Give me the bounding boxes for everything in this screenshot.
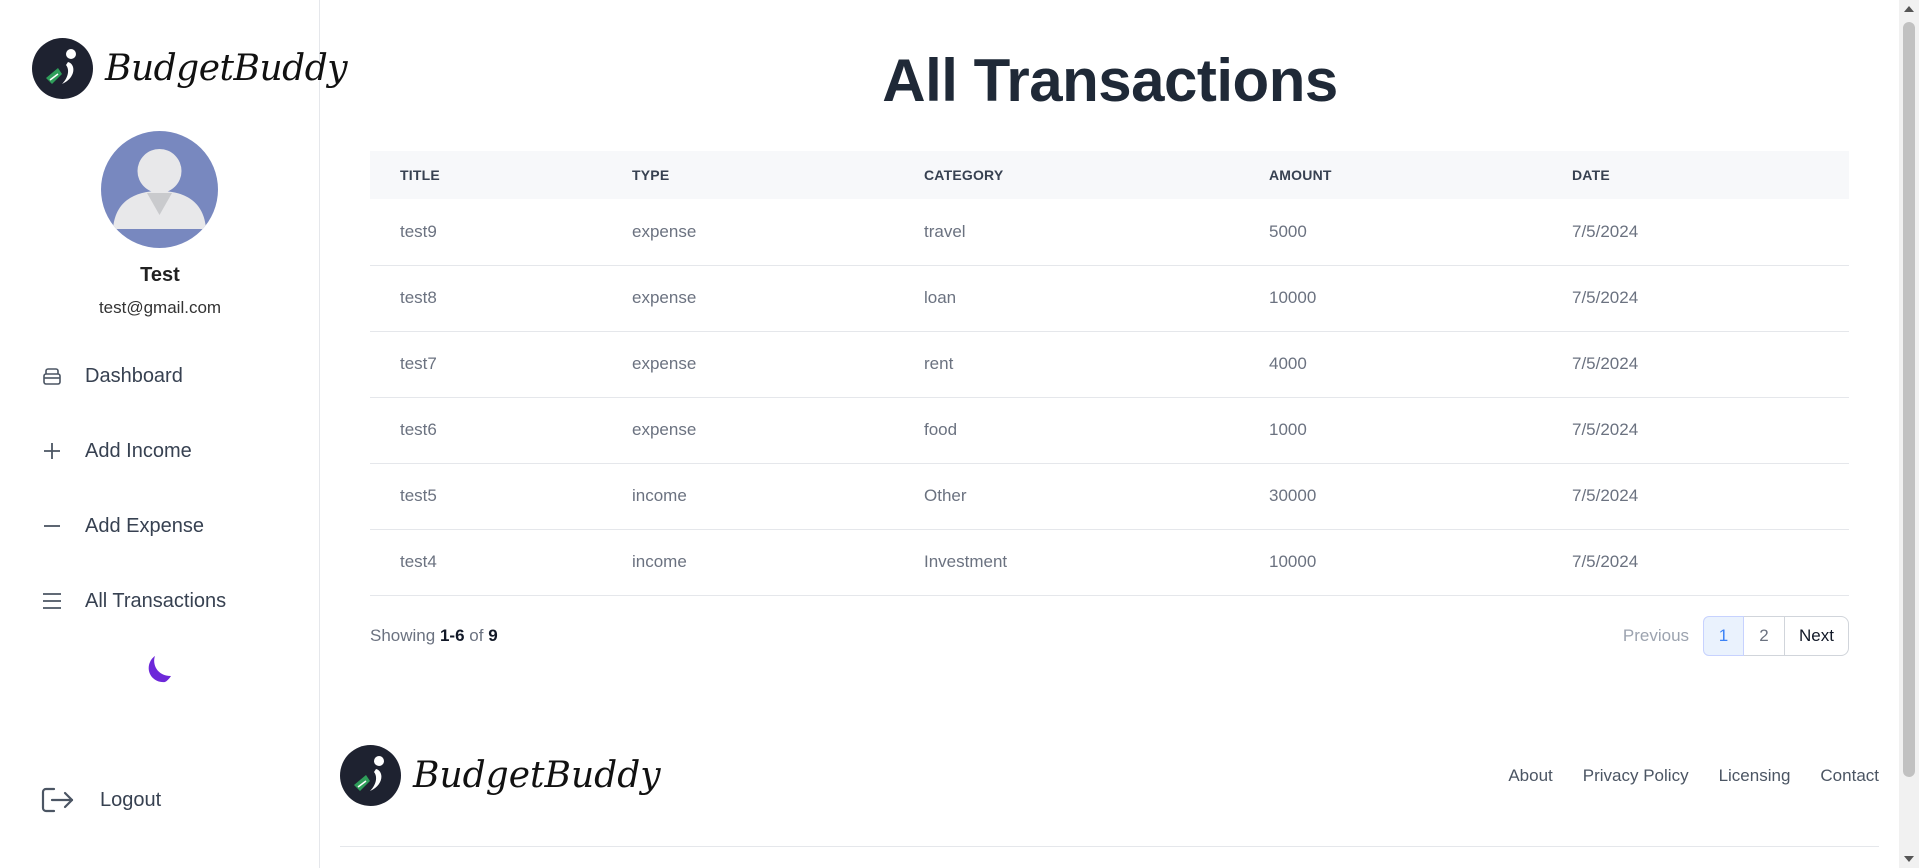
cell-type: income: [632, 486, 687, 505]
table-row[interactable]: test7 expense rent 4000 7/5/2024: [370, 331, 1849, 397]
cell-date: 7/5/2024: [1572, 486, 1639, 505]
showing-prefix: Showing: [370, 626, 436, 645]
cell-category: Investment: [924, 552, 1008, 571]
scroll-down-icon[interactable]: [1904, 856, 1914, 862]
plus-icon: [40, 439, 64, 463]
brand-logo[interactable]: BudgetBuddy: [32, 38, 348, 99]
table-row[interactable]: test5 income Other 30000 7/5/2024: [370, 463, 1849, 529]
footer-link-contact[interactable]: Contact: [1820, 766, 1879, 786]
page-title: All Transactions: [882, 47, 1338, 114]
pagination: Previous 1 2 Next: [1623, 616, 1849, 656]
table-row[interactable]: test9 expense travel 5000 7/5/2024: [370, 199, 1849, 265]
cell-type: expense: [632, 354, 697, 373]
footer-links: About Privacy Policy Licensing Contact: [1478, 766, 1879, 786]
minus-icon: [40, 514, 64, 538]
vertical-scrollbar[interactable]: [1899, 0, 1919, 868]
transactions-table: TITLE TYPE CATEGORY AMOUNT DATE test9 ex…: [370, 151, 1849, 596]
logo-icon: [340, 745, 401, 806]
cell-category: Other: [924, 486, 967, 505]
sidebar-item-add-income[interactable]: Add Income: [40, 431, 192, 471]
user-email: test@gmail.com: [98, 298, 222, 317]
showing-total: 9: [488, 626, 498, 645]
column-header-title: TITLE: [400, 167, 440, 183]
cell-date: 7/5/2024: [1572, 354, 1639, 373]
cell-title: test4: [400, 552, 437, 571]
footer-brand-name: BudgetBuddy: [413, 755, 661, 796]
user-name: Test: [140, 264, 180, 286]
logout-icon: [40, 785, 76, 815]
sidebar-item-label: Add Expense: [85, 514, 204, 537]
dashboard-icon: [40, 364, 64, 388]
sidebar-item-label: All Transactions: [85, 589, 227, 612]
moon-icon[interactable]: [141, 652, 177, 688]
brand-name: BudgetBuddy: [105, 48, 348, 89]
sidebar: BudgetBuddy Test test@gmail.com Dashboar…: [0, 0, 348, 868]
cell-category: food: [924, 420, 958, 439]
cell-title: test9: [400, 221, 437, 241]
footer-link-about[interactable]: About: [1508, 766, 1552, 786]
cell-type: expense: [632, 420, 697, 439]
column-header-category: CATEGORY: [924, 167, 1004, 183]
table-row[interactable]: test6 expense food 1000 7/5/2024: [370, 397, 1849, 463]
cell-amount: 5000: [1269, 221, 1307, 241]
sidebar-item-label: Dashboard: [85, 364, 183, 387]
cell-date: 7/5/2024: [1572, 221, 1639, 241]
cell-amount: 4000: [1269, 354, 1307, 373]
cell-title: test6: [400, 420, 437, 439]
logout-label: Logout: [100, 788, 162, 811]
table-header-row: TITLE TYPE CATEGORY AMOUNT DATE: [370, 151, 1849, 199]
cell-date: 7/5/2024: [1572, 288, 1639, 307]
scrollbar-thumb[interactable]: [1903, 22, 1915, 777]
footer-link-privacy-policy[interactable]: Privacy Policy: [1583, 766, 1689, 786]
avatar: [101, 131, 218, 248]
sidebar-item-all-transactions[interactable]: All Transactions: [40, 581, 226, 621]
footer-divider: [340, 846, 1879, 847]
showing-of: of: [469, 626, 484, 645]
cell-amount: 10000: [1269, 288, 1317, 307]
cell-category: travel: [924, 221, 966, 241]
footer-brand-logo[interactable]: BudgetBuddy: [340, 745, 661, 806]
column-header-type: TYPE: [632, 167, 670, 183]
previous-button[interactable]: Previous: [1623, 626, 1689, 646]
logout-button[interactable]: Logout: [40, 780, 161, 820]
cell-date: 7/5/2024: [1572, 552, 1639, 571]
table-row[interactable]: test4 income Investment 10000 7/5/2024: [370, 529, 1849, 595]
cell-amount: 30000: [1269, 486, 1317, 505]
sidebar-item-label: Add Income: [85, 439, 192, 462]
cell-title: test8: [400, 288, 437, 307]
cell-amount: 10000: [1269, 552, 1317, 571]
page-button-2[interactable]: 2: [1744, 616, 1786, 656]
cell-type: expense: [632, 221, 697, 241]
cell-category: loan: [924, 288, 957, 307]
pagination-summary: Showing 1-6 of 9: [370, 626, 498, 646]
table-row[interactable]: test8 expense loan 10000 7/5/2024: [370, 265, 1849, 331]
page-button-1[interactable]: 1: [1703, 616, 1745, 656]
scroll-up-icon[interactable]: [1904, 6, 1914, 12]
showing-range: 1-6: [439, 626, 465, 645]
sidebar-item-dashboard[interactable]: Dashboard: [40, 356, 183, 396]
cell-category: rent: [924, 354, 954, 373]
footer-link-licensing[interactable]: Licensing: [1719, 766, 1791, 786]
list-icon: [40, 589, 64, 613]
cell-type: income: [632, 552, 687, 571]
cell-amount: 1000: [1269, 420, 1307, 439]
cell-title: test5: [400, 486, 437, 505]
cell-title: test7: [400, 354, 437, 373]
cell-date: 7/5/2024: [1572, 420, 1639, 439]
sidebar-item-add-expense[interactable]: Add Expense: [40, 506, 204, 546]
column-header-date: DATE: [1572, 167, 1610, 183]
column-header-amount: AMOUNT: [1269, 167, 1332, 183]
logo-icon: [32, 38, 93, 99]
cell-type: expense: [632, 288, 697, 307]
next-button[interactable]: Next: [1784, 616, 1849, 656]
